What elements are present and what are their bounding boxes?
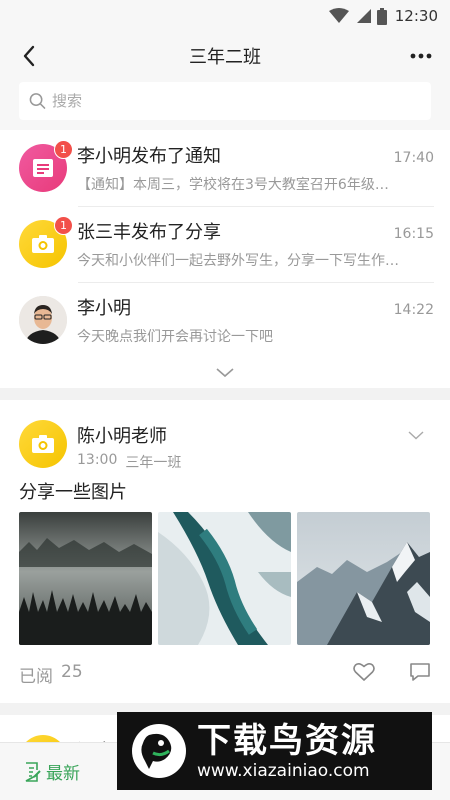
avatar[interactable] (19, 420, 67, 468)
status-time: 12:30 (394, 7, 438, 25)
wifi-icon (328, 8, 349, 23)
message-item[interactable]: 李小明 14:22 今天晚点我们开会再讨论一下吧 (0, 282, 450, 358)
post-text: 分享一些图片 (19, 482, 127, 503)
back-arrow-icon (23, 45, 35, 67)
avatar (19, 296, 67, 344)
heart-icon (353, 663, 375, 681)
forest-image (19, 512, 152, 645)
mountain-image (297, 512, 430, 645)
message-preview: 【通知】本周三，学校将在3号大教室召开6年级… (77, 177, 389, 193)
message-time: 16:15 (393, 226, 434, 242)
user-photo (19, 296, 67, 344)
message-title: 李小明发布了通知 (77, 146, 221, 167)
search-bar (0, 80, 450, 130)
post-class: 三年一班 (125, 455, 182, 471)
search-box[interactable] (19, 82, 431, 120)
post-menu-button[interactable] (401, 420, 431, 450)
chevron-down-icon (408, 430, 424, 439)
signal-icon (356, 9, 371, 23)
message-time: 17:40 (393, 150, 434, 166)
message-body: 张三丰发布了分享 16:15 今天和小伙伴们一起去野外写生，分享一下写生作… (77, 218, 434, 270)
status-bar: 12:30 (0, 0, 450, 32)
post-author[interactable]: 陈小明老师 (77, 422, 401, 448)
message-body: 李小明 14:22 今天晚点我们开会再讨论一下吧 (77, 294, 434, 346)
watermark-title: 下载鸟资源 (197, 721, 377, 761)
unread-badge: 1 (54, 216, 73, 235)
bird-logo-icon (132, 724, 186, 778)
tab-latest-label: 最新 (46, 764, 80, 784)
document-icon (33, 159, 53, 177)
read-count: 已阅 25 (19, 662, 83, 687)
more-button[interactable] (406, 41, 436, 71)
watermark-url: www.xiazainiao.com (197, 761, 370, 781)
photo-snowy-mountains[interactable] (297, 512, 430, 645)
avatar: 1 (19, 140, 73, 192)
photo-frozen-river[interactable] (158, 512, 291, 645)
camera-icon (32, 435, 54, 453)
expand-button[interactable] (0, 358, 450, 388)
list-edit-icon (25, 761, 41, 782)
search-icon (29, 93, 46, 109)
message-time: 14:22 (393, 302, 434, 318)
search-input[interactable] (51, 92, 431, 110)
post-card: 陈小明老师 13:00 三年一班 分享一些图片 已阅 25 (0, 400, 450, 703)
unread-badge: 1 (54, 140, 73, 159)
message-item[interactable]: 1 张三丰发布了分享 16:15 今天和小伙伴们一起去野外写生，分享一下写生作… (0, 206, 450, 282)
watermark-banner: 下载鸟资源 www.xiazainiao.com (117, 712, 432, 790)
post-footer: 已阅 25 (19, 645, 431, 703)
message-item[interactable]: 1 李小明发布了通知 17:40 【通知】本周三，学校将在3号大教室召开6年级… (0, 130, 450, 206)
chevron-down-icon (216, 368, 234, 378)
like-button[interactable] (353, 662, 375, 686)
photo-foggy-forest[interactable] (19, 512, 152, 645)
river-image (158, 512, 291, 645)
comment-button[interactable] (409, 662, 431, 686)
message-preview: 今天晚点我们开会再讨论一下吧 (77, 329, 273, 345)
message-preview: 今天和小伙伴们一起去野外写生，分享一下写生作… (77, 253, 399, 269)
post-time: 13:00 (77, 452, 118, 468)
nav-bar: 三年二班 (0, 32, 450, 80)
photo-grid (19, 512, 431, 645)
message-title: 张三丰发布了分享 (77, 222, 221, 243)
message-body: 李小明发布了通知 17:40 【通知】本周三，学校将在3号大教室召开6年级… (77, 142, 434, 194)
back-button[interactable] (14, 41, 44, 71)
comment-icon (410, 663, 430, 681)
read-number: 25 (61, 661, 83, 682)
message-title: 李小明 (77, 298, 131, 319)
avatar: 1 (19, 216, 73, 268)
message-list: 1 李小明发布了通知 17:40 【通知】本周三，学校将在3号大教室召开6年级…… (0, 130, 450, 388)
tab-latest[interactable]: 最新 (24, 759, 80, 784)
status-icons (328, 7, 387, 25)
battery-icon (376, 7, 387, 25)
page-title: 三年二班 (189, 47, 261, 68)
more-dots-icon (410, 53, 432, 59)
read-label: 已阅 (19, 666, 53, 687)
camera-icon (32, 235, 54, 253)
